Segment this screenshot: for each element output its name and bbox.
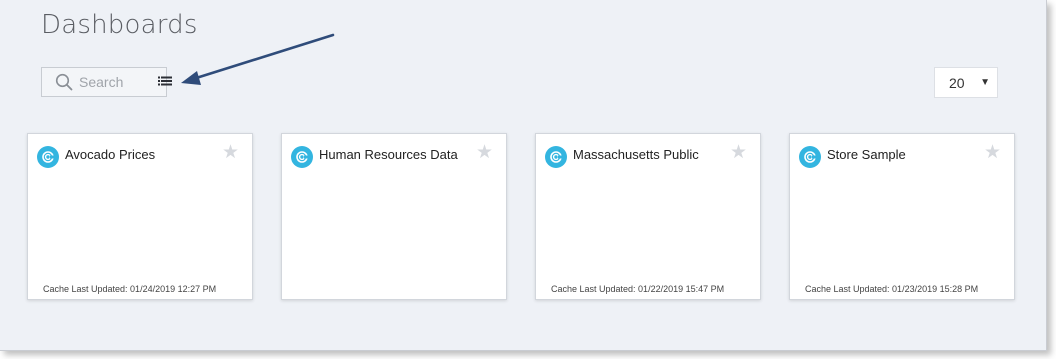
search-input[interactable]	[77, 73, 161, 91]
dashboard-card[interactable]: Human Resources Data ★	[281, 133, 507, 300]
dashboard-card[interactable]: Massachusetts Public ★ Cache Last Update…	[535, 133, 761, 300]
arrow-annotation	[181, 33, 335, 85]
star-icon[interactable]: ★	[476, 141, 493, 164]
dashboard-logo-icon	[37, 146, 59, 168]
dashboard-logo-icon	[799, 146, 821, 168]
star-icon[interactable]: ★	[984, 141, 1001, 164]
cache-updated-text: Cache Last Updated: 01/24/2019 12:27 PM	[43, 284, 217, 294]
dashboard-card[interactable]: Store Sample ★ Cache Last Updated: 01/23…	[789, 133, 1015, 300]
star-icon[interactable]: ★	[222, 141, 239, 164]
dashboard-card-title[interactable]: Store Sample	[827, 147, 906, 162]
dashboard-card-title[interactable]: Avocado Prices	[65, 147, 155, 162]
dashboard-logo-icon	[291, 146, 313, 168]
cache-updated-text: Cache Last Updated: 01/23/2019 15:28 PM	[805, 284, 979, 294]
list-view-icon[interactable]	[158, 76, 172, 88]
dashboard-card[interactable]: Avocado Prices ★ Cache Last Updated: 01/…	[27, 133, 253, 300]
search-icon	[55, 73, 73, 91]
chevron-down-icon: ▼	[980, 77, 990, 88]
dashboard-card-title[interactable]: Massachusetts Public	[573, 147, 699, 162]
cache-updated-text: Cache Last Updated: 01/22/2019 15:47 PM	[551, 284, 725, 294]
dashboards-page: Dashboards 20 ▼	[0, 0, 1047, 351]
dashboard-card-title[interactable]: Human Resources Data	[319, 147, 458, 162]
star-icon[interactable]: ★	[730, 141, 747, 164]
page-size-value: 20	[949, 74, 965, 91]
page-size-select[interactable]: 20 ▼	[934, 67, 998, 98]
search-field[interactable]	[41, 67, 167, 97]
dashboard-logo-icon	[545, 146, 567, 168]
